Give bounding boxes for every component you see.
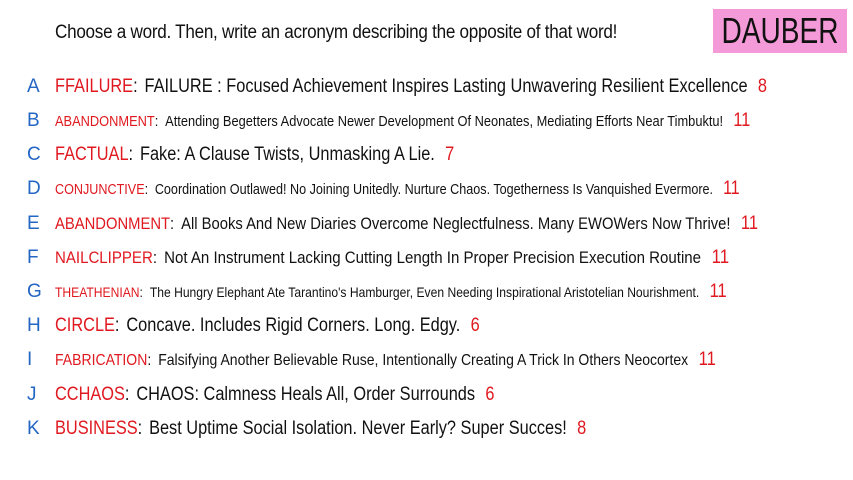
answer-letter: A bbox=[27, 76, 40, 97]
answer-colon: : bbox=[137, 418, 143, 439]
answer-colon: : bbox=[133, 76, 138, 97]
answer-colon: : bbox=[144, 181, 149, 198]
answer-acronym: The Hungry Elephant Ate Tarantino's Hamb… bbox=[149, 284, 700, 300]
answer-acronym: Concave. Includes Rigid Corners. Long. E… bbox=[126, 315, 461, 336]
answer-letter: H bbox=[27, 315, 41, 336]
answer-row-g: G THEATHENIAN: The Hungry Elephant Ate Ta… bbox=[0, 277, 853, 307]
answer-row-a: A FFAILURE: FAILURE : Focused Achievement… bbox=[0, 72, 853, 102]
answer-count: 6 bbox=[470, 315, 480, 336]
answer-letter: B bbox=[27, 110, 40, 131]
answer-count: 6 bbox=[485, 384, 495, 405]
answer-content: THEATHENIAN: The Hungry Elephant Ate Tara… bbox=[55, 281, 727, 303]
answer-word: ABANDONMENT bbox=[55, 113, 155, 130]
answer-word: FABRICATION bbox=[55, 352, 148, 369]
answer-word: THEATHENIAN bbox=[55, 284, 140, 300]
answer-colon: : bbox=[152, 248, 158, 267]
answer-count: 7 bbox=[445, 144, 455, 165]
answer-letter: C bbox=[27, 144, 41, 165]
answer-content: FFAILURE: FAILURE : Focused Achievement I… bbox=[55, 76, 767, 98]
answer-acronym: FAILURE : Focused Achievement Inspires L… bbox=[144, 76, 748, 97]
answer-acronym: Fake: A Clause Twists, Unmasking A Lie. bbox=[139, 144, 435, 165]
answer-content: CIRCLE: Concave. Includes Rigid Corners. … bbox=[55, 315, 480, 337]
answer-word: FACTUAL bbox=[55, 144, 129, 165]
answer-word: BUSINESS bbox=[55, 418, 138, 439]
answer-letter: E bbox=[27, 213, 40, 234]
answer-row-b: B ABANDONMENT: Attending Begetters Advoca… bbox=[0, 106, 853, 136]
answer-colon: : bbox=[170, 214, 175, 233]
answer-content: CCHAOS: CHAOS: Calmness Heals All, Order … bbox=[55, 384, 494, 406]
answer-count: 11 bbox=[709, 281, 727, 302]
answer-count: 11 bbox=[733, 110, 751, 131]
answer-content: FACTUAL: Fake: A Clause Twists, Unmasking… bbox=[55, 144, 454, 166]
answer-row-h: H CIRCLE: Concave. Includes Rigid Corners… bbox=[0, 311, 853, 341]
answer-content: BUSINESS: Best Uptime Social Isolation. N… bbox=[55, 418, 586, 440]
answer-colon: : bbox=[139, 284, 143, 300]
answer-count: 11 bbox=[723, 178, 740, 199]
answer-acronym: Best Uptime Social Isolation. Never Earl… bbox=[149, 418, 567, 439]
answer-count: 11 bbox=[740, 213, 759, 234]
answer-colon: : bbox=[154, 113, 159, 130]
answer-acronym: Attending Begetters Advocate Newer Devel… bbox=[165, 113, 724, 130]
answer-colon: : bbox=[124, 384, 130, 405]
answer-count: 11 bbox=[698, 349, 716, 370]
answer-colon: : bbox=[114, 315, 120, 336]
answer-content: FABRICATION: Falsifying Another Believabl… bbox=[55, 349, 716, 371]
answer-letter: I bbox=[27, 349, 33, 370]
answer-content: ABANDONMENT: All Books And New Diaries Ov… bbox=[55, 213, 758, 235]
answer-row-f: F NAILCLIPPER: Not An Instrument Lacking … bbox=[0, 243, 853, 273]
answer-letter: J bbox=[27, 384, 37, 405]
answer-letter: F bbox=[27, 247, 39, 268]
answers-list: A FFAILURE: FAILURE : Focused Achievement… bbox=[0, 0, 853, 480]
answer-count: 8 bbox=[577, 418, 587, 439]
answer-acronym: Coordination Outlawed! No Joining United… bbox=[154, 181, 714, 198]
answer-content: NAILCLIPPER: Not An Instrument Lacking Cu… bbox=[55, 247, 729, 269]
answer-content: CONJUNCTIVE: Coordination Outlawed! No Jo… bbox=[55, 178, 740, 200]
answer-word: CCHAOS bbox=[55, 384, 125, 405]
answer-colon: : bbox=[128, 144, 134, 165]
answer-content: ABANDONMENT: Attending Begetters Advocate… bbox=[55, 110, 750, 132]
answer-row-c: C FACTUAL: Fake: A Clause Twists, Unmaski… bbox=[0, 140, 853, 170]
answer-letter: G bbox=[27, 281, 42, 302]
answer-acronym: Not An Instrument Lacking Cutting Length… bbox=[164, 248, 702, 267]
answer-row-i: I FABRICATION: Falsifying Another Believa… bbox=[0, 345, 853, 375]
answer-letter: D bbox=[27, 178, 41, 199]
answer-acronym: CHAOS: Calmness Heals All, Order Surroun… bbox=[136, 384, 476, 405]
answer-count: 8 bbox=[757, 76, 767, 97]
answer-row-k: K BUSINESS: Best Uptime Social Isolation.… bbox=[0, 414, 853, 444]
answer-row-j: J CCHAOS: CHAOS: Calmness Heals All, Orde… bbox=[0, 380, 853, 410]
answer-acronym: All Books And New Diaries Overcome Negle… bbox=[181, 214, 731, 233]
answer-word: FFAILURE bbox=[55, 76, 134, 97]
answer-acronym: Falsifying Another Believable Ruse, Inte… bbox=[158, 352, 689, 369]
answer-word: CIRCLE bbox=[55, 315, 115, 336]
answer-word: CONJUNCTIVE bbox=[55, 181, 145, 198]
answer-count: 11 bbox=[711, 247, 730, 268]
answer-word: ABANDONMENT bbox=[55, 214, 171, 233]
answer-letter: K bbox=[27, 418, 40, 439]
answer-word: NAILCLIPPER bbox=[55, 248, 153, 267]
answer-row-d: D CONJUNCTIVE: Coordination Outlawed! No … bbox=[0, 174, 853, 204]
answer-row-e: E ABANDONMENT: All Books And New Diaries … bbox=[0, 209, 853, 239]
answer-colon: : bbox=[147, 352, 152, 369]
